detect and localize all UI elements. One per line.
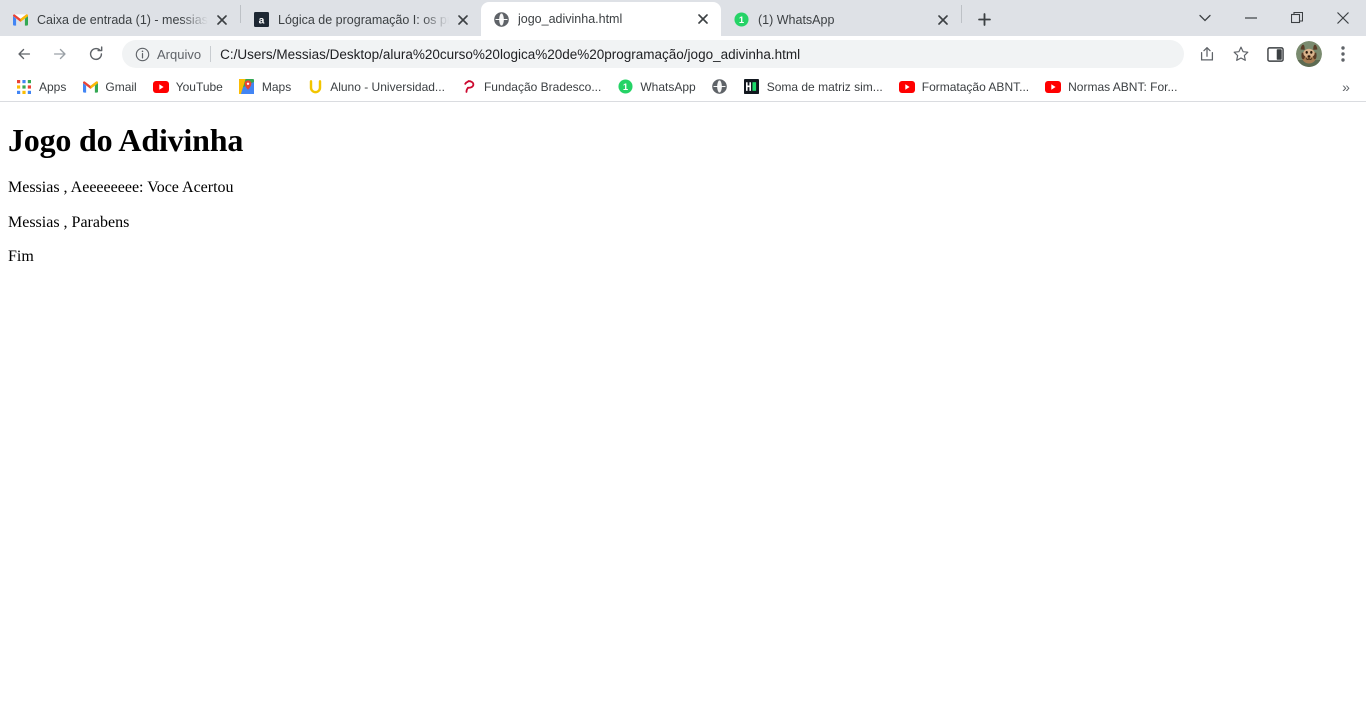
bookmark-untitled-globe[interactable] — [704, 75, 736, 99]
bookmark-soma-de-matriz[interactable]: Soma de matriz sim... — [736, 75, 891, 99]
gmail-icon — [82, 79, 98, 95]
bookmark-normas-abnt[interactable]: Normas ABNT: For... — [1037, 75, 1185, 99]
alura-icon: a — [253, 12, 269, 28]
bookmark-formatacao-abnt[interactable]: Formatação ABNT... — [891, 75, 1037, 99]
bookmark-label: WhatsApp — [640, 79, 696, 94]
h-square-icon — [744, 79, 760, 95]
forward-button[interactable] — [45, 39, 75, 69]
url-text: C:/Users/Messias/Desktop/alura%20curso%2… — [220, 46, 801, 62]
maximize-button[interactable] — [1274, 0, 1320, 36]
svg-text:1: 1 — [738, 15, 743, 25]
browser-tab-alura[interactable]: a Lógica de programação I: os prin — [241, 3, 481, 36]
bookmark-label: Maps — [261, 79, 292, 94]
back-button[interactable] — [9, 39, 39, 69]
youtube-icon — [1045, 79, 1062, 95]
svg-text:a: a — [258, 15, 264, 26]
whatsapp-icon: 1 — [733, 12, 749, 28]
result-line-acertou: Messias , Aeeeeeeee: Voce Acertou — [8, 179, 234, 197]
browser-tab-gmail[interactable]: Caixa de entrada (1) - messias.va — [0, 3, 240, 36]
tab-title: jogo_adivinha.html — [518, 12, 623, 26]
u-icon — [307, 79, 323, 95]
toolbar-actions — [1190, 39, 1360, 69]
bookmark-label: Aluno - Universidad... — [330, 79, 445, 94]
globe-icon — [493, 11, 509, 27]
bookmark-label: YouTube — [175, 79, 223, 94]
omnibox-divider — [210, 46, 212, 62]
browser-toolbar: Arquivo C:/Users/Messias/Desktop/alura%2… — [0, 36, 1366, 72]
tab-title: Lógica de programação I: os prin — [278, 12, 449, 27]
bookmarks-overflow-chevron-icon[interactable]: » — [1334, 75, 1358, 99]
tab-separator — [961, 5, 962, 23]
bookmark-label: Formatação ABNT... — [921, 79, 1030, 94]
info-circle-icon[interactable] — [134, 46, 150, 62]
tab-title: (1) WhatsApp — [758, 12, 835, 27]
bradesco-icon — [461, 79, 477, 95]
whatsapp-icon: 1 — [617, 79, 633, 95]
tab-strip: Caixa de entrada (1) - messias.va a Lógi… — [0, 0, 1366, 36]
new-tab-button[interactable] — [970, 5, 998, 33]
tab-title: Caixa de entrada (1) - messias.va — [37, 12, 208, 27]
result-line-fim: Fim — [8, 247, 34, 265]
share-icon[interactable] — [1192, 39, 1222, 69]
bookmark-aluno-universidade[interactable]: Aluno - Universidad... — [299, 75, 453, 99]
result-line-parabens: Messias , Parabens — [8, 213, 130, 231]
bookmark-gmail[interactable]: Gmail — [74, 75, 144, 99]
bookmark-label: Gmail — [105, 79, 137, 94]
bookmark-apps[interactable]: Apps — [8, 75, 74, 99]
browser-tab-whatsapp[interactable]: 1 (1) WhatsApp — [721, 3, 961, 36]
bookmark-label: Fundação Bradesco... — [483, 79, 602, 94]
bookmark-label: Normas ABNT: For... — [1068, 79, 1178, 94]
svg-text:1: 1 — [623, 82, 628, 92]
maps-icon — [239, 79, 255, 95]
bookmark-fundacao-bradesco[interactable]: Fundação Bradesco... — [453, 75, 609, 99]
chrome-menu-icon[interactable] — [1328, 39, 1358, 69]
reload-button[interactable] — [81, 39, 111, 69]
bookmark-label: Apps — [39, 79, 67, 94]
browser-tab-jogo-adivinha[interactable]: jogo_adivinha.html — [481, 2, 721, 36]
close-icon[interactable] — [933, 10, 953, 30]
page-content: Jogo do Adivinha Messias , Aeeeeeeee: Vo… — [0, 102, 1366, 727]
tab-search-chevron-down-icon[interactable] — [1182, 0, 1228, 36]
page-title: Jogo do Adivinha — [8, 122, 244, 158]
address-bar[interactable]: Arquivo C:/Users/Messias/Desktop/alura%2… — [122, 40, 1184, 68]
bookmark-label: Soma de matriz sim... — [766, 79, 883, 94]
youtube-icon — [898, 79, 915, 95]
minimize-button[interactable] — [1228, 0, 1274, 36]
tab-list: Caixa de entrada (1) - messias.va a Lógi… — [0, 0, 998, 36]
bookmark-maps[interactable]: Maps — [231, 75, 299, 99]
gmail-icon — [12, 12, 28, 28]
bookmark-star-icon[interactable] — [1226, 39, 1256, 69]
bookmark-youtube[interactable]: YouTube — [145, 75, 231, 99]
side-panel-icon[interactable] — [1260, 39, 1290, 69]
globe-icon — [712, 79, 728, 95]
close-icon[interactable] — [453, 10, 473, 30]
apps-grid-icon — [16, 79, 32, 95]
youtube-icon — [152, 79, 169, 95]
avatar[interactable] — [1296, 41, 1322, 67]
bookmark-whatsapp[interactable]: 1 WhatsApp — [609, 75, 703, 99]
close-button[interactable] — [1320, 0, 1366, 36]
url-scheme-label: Arquivo — [157, 46, 202, 62]
bookmarks-bar: Apps Gmail YouTube Maps Aluno - Universi… — [0, 72, 1366, 102]
close-icon[interactable] — [693, 9, 713, 29]
close-icon[interactable] — [212, 10, 232, 30]
window-controls — [1182, 0, 1366, 36]
